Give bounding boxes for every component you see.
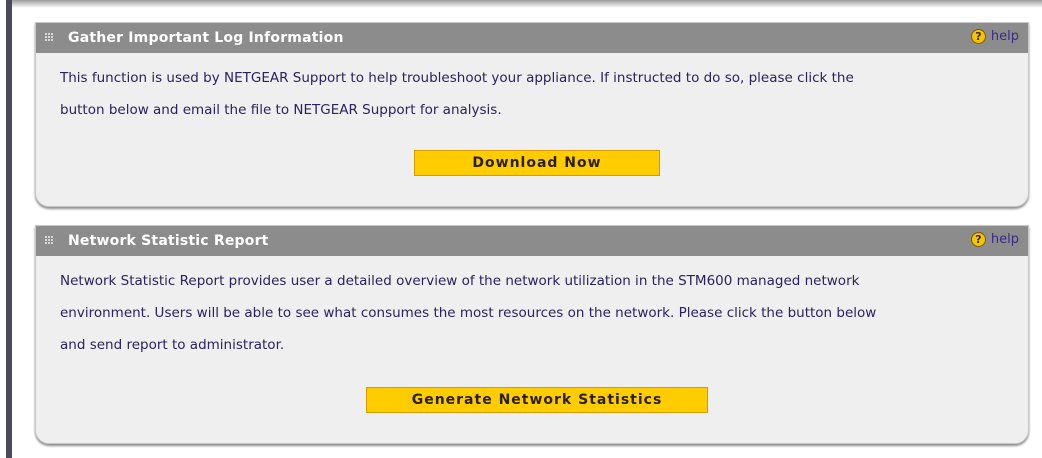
network-stats-panel-header: Network Statistic Report ? help: [36, 226, 1028, 256]
log-info-description: This function is used by NETGEAR Support…: [36, 53, 1028, 126]
help-icon[interactable]: ?: [970, 232, 986, 247]
network-stats-panel-title: Network Statistic Report: [68, 233, 269, 249]
generate-network-statistics-button[interactable]: Generate Network Statistics: [366, 387, 708, 413]
log-info-panel-title: Gather Important Log Information: [68, 30, 344, 46]
network-stats-panel: Network Statistic Report ? help Network …: [35, 225, 1029, 444]
download-now-button[interactable]: Download Now: [414, 150, 660, 176]
log-info-panel: Gather Important Log Information ? help …: [35, 22, 1029, 207]
network-stats-description: Network Statistic Report provides user a…: [36, 256, 1028, 361]
log-info-description-line: button below and email the file to NETGE…: [60, 102, 502, 118]
log-info-help-link[interactable]: ? help: [970, 29, 1019, 44]
log-info-description-line: This function is used by NETGEAR Support…: [60, 70, 854, 86]
log-info-panel-header: Gather Important Log Information ? help: [36, 23, 1028, 53]
network-stats-help-link[interactable]: ? help: [970, 232, 1019, 247]
page-left-border: [6, 0, 12, 458]
network-stats-description-line: environment. Users will be able to see w…: [60, 305, 877, 321]
help-label[interactable]: help: [991, 29, 1019, 44]
page-top-shadow: [12, 0, 1042, 8]
grip-icon: [45, 236, 54, 245]
help-label[interactable]: help: [991, 232, 1019, 247]
network-stats-description-line: Network Statistic Report provides user a…: [60, 273, 860, 289]
network-stats-description-line: and send report to administrator.: [60, 337, 285, 353]
grip-icon: [45, 33, 54, 42]
help-icon[interactable]: ?: [970, 29, 986, 44]
